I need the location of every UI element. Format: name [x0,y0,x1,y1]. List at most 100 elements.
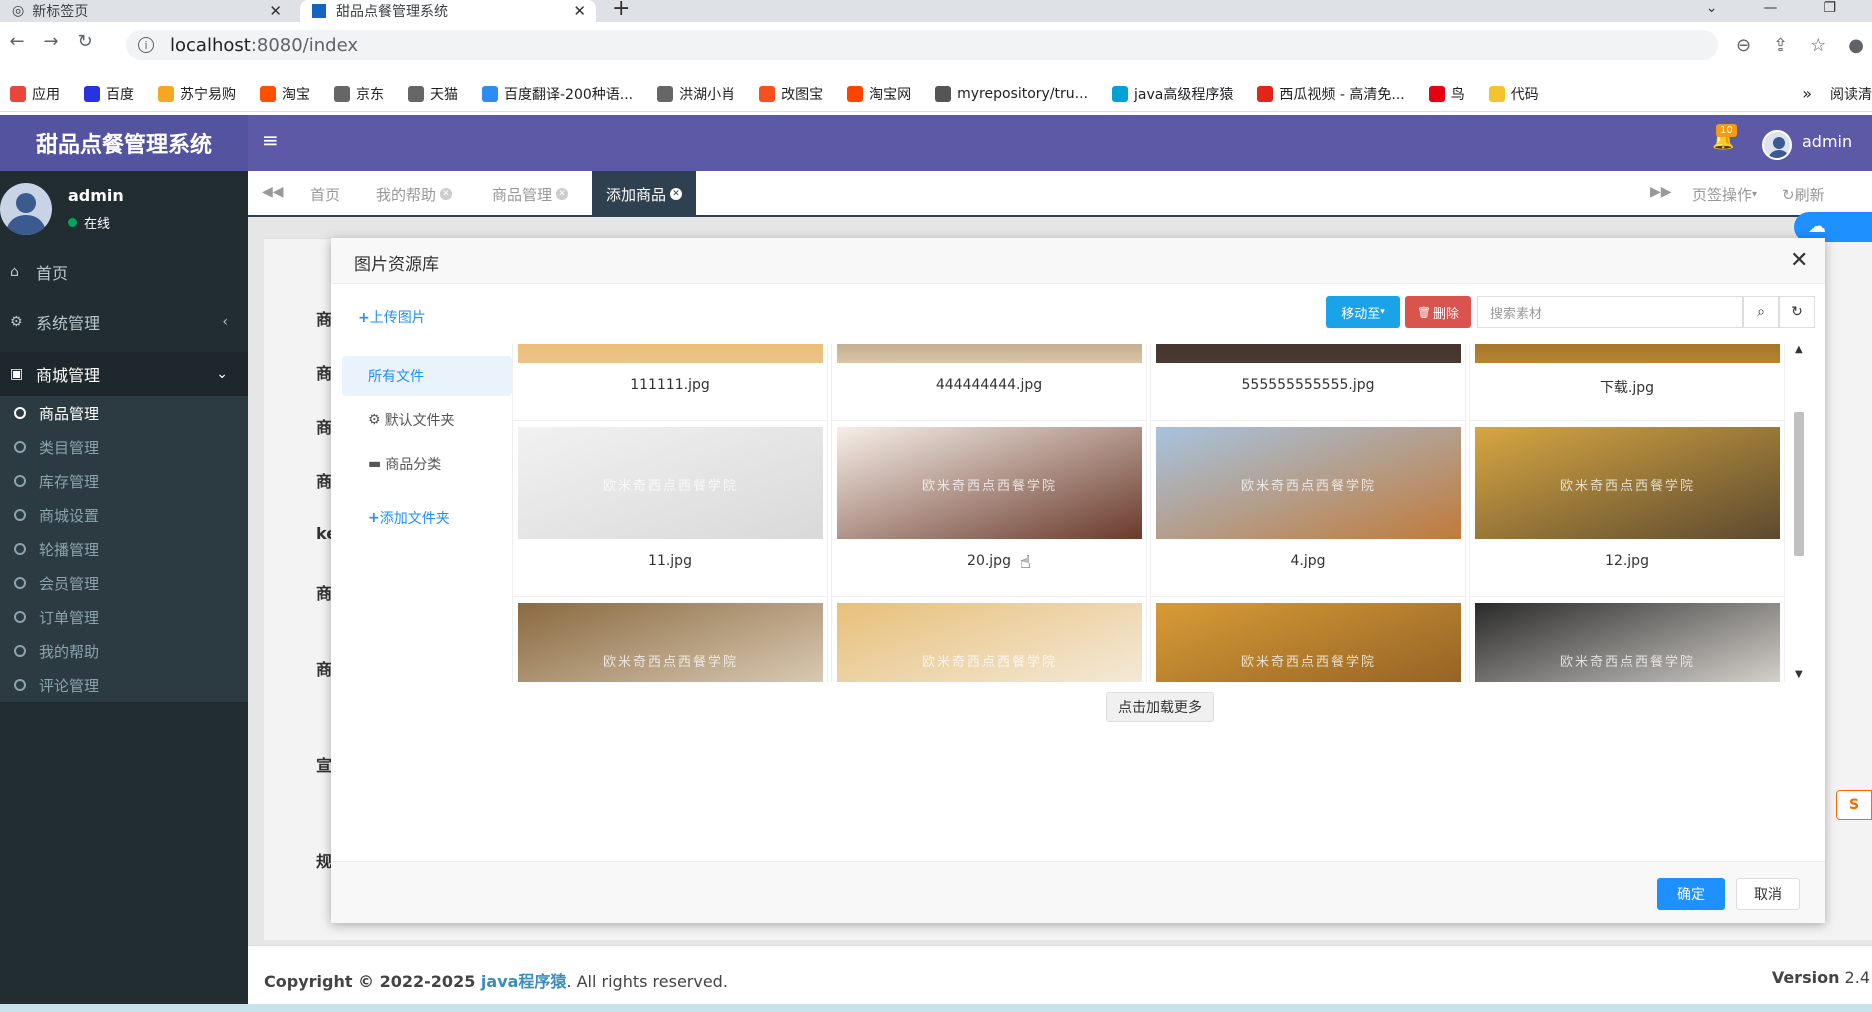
delete-button[interactable]: 🗑 删除 [1405,296,1471,328]
copyright-text: Copyright © 2022-2025 [264,972,481,991]
bookmark-item[interactable]: 天猫 [408,84,458,104]
close-tab-icon[interactable]: ✕ [269,2,282,20]
more-bookmarks-icon[interactable]: » [1802,84,1812,103]
sidebar-subitem[interactable]: 轮播管理 [0,532,248,566]
cancel-button[interactable]: 取消 [1736,878,1800,910]
image-tile[interactable]: 欧米奇西点西餐学院 [1469,596,1785,682]
bookmark-item[interactable]: java高级程序猿 [1112,84,1233,104]
tab-home[interactable]: 首页 [296,171,354,217]
sidebar-subitem[interactable]: 商品管理 [0,396,248,430]
bookmark-item[interactable]: myrepository/tru... [935,85,1088,102]
browser-tab[interactable]: ◎ 新标签页 ✕ [0,0,292,22]
sidebar-subitem[interactable]: 库存管理 [0,464,248,498]
tab-close-icon[interactable]: ✕ [440,188,453,200]
search-button[interactable]: ⌕ [1743,296,1779,328]
form-label: 商 [316,418,333,437]
close-tab-icon[interactable]: ✕ [573,2,586,20]
tab-label: 商品管理 [492,185,553,204]
menu-toggle-icon[interactable]: ≡ [262,128,279,152]
bookmark-item[interactable]: 改图宝 [759,84,823,104]
confirm-button[interactable]: 确定 [1657,878,1725,910]
move-to-button[interactable]: 移动至 ▾ [1326,296,1400,328]
tab-ops-menu[interactable]: 页签操作 ▾ [1692,171,1757,217]
site-info-icon[interactable]: i [138,37,154,53]
bookmark-item[interactable]: 淘宝 [260,84,310,104]
scroll-up-icon[interactable]: ▲ [1795,344,1803,355]
image-thumbnail [1156,344,1461,363]
bookmark-favicon-icon [482,85,498,102]
image-tile[interactable]: 欧米奇西点西餐学院 [1150,596,1466,682]
sidebar-subitem[interactable]: 我的帮助 [0,634,248,668]
bookmark-item[interactable]: 百度 [84,84,134,104]
header-username[interactable]: admin [1802,132,1852,151]
reading-list[interactable]: 阅读清 [1830,84,1872,104]
bookmark-item[interactable]: 苏宁易购 [158,84,236,104]
bookmark-item[interactable]: 百度翻译-200种语... [482,84,633,104]
bookmark-star-icon[interactable]: ☆ [1810,35,1826,56]
image-tile[interactable]: 欧米奇西点西餐学院 [512,596,828,682]
add-folder-button[interactable]: + 添加文件夹 [342,498,512,538]
tabs-scroll-left-icon[interactable]: ◀◀ [262,184,284,200]
back-icon[interactable]: ← [0,31,34,52]
bookmark-item[interactable]: 应用 [10,84,60,104]
header-avatar[interactable] [1762,130,1792,160]
image-tile[interactable]: 555555555555.jpg [1150,344,1466,428]
image-tile[interactable]: 111111.jpg [512,344,828,428]
search-input[interactable]: 搜索素材 [1477,296,1743,328]
bookmark-item[interactable]: 淘宝网 [847,84,911,104]
refresh-tab-button[interactable]: ↻刷新 [1782,184,1825,205]
image-tile[interactable]: 444444444.jpg [831,344,1147,428]
url-field[interactable]: i localhost:8080/index [126,30,1718,60]
bookmark-item[interactable]: 西瓜视频 - 高清免... [1257,84,1405,104]
author-link[interactable]: java程序猿 [481,972,567,991]
profile-icon[interactable]: ● [1848,35,1864,56]
tab-search-icon[interactable]: ⌄ [1706,0,1718,22]
folder-category[interactable]: ▬ 商品分类 [342,444,512,484]
tabs-scroll-right-icon[interactable]: ▶▶ [1650,184,1672,200]
upload-image-button[interactable]: +上传图片 [358,307,426,327]
reload-icon[interactable]: ↻ [68,31,102,52]
bookmark-item[interactable]: 京东 [334,84,384,104]
sidebar-item-home[interactable]: ⌂ 首页 [0,252,248,292]
restore-icon[interactable]: ❐ [1823,0,1836,22]
image-tile[interactable]: 欧米奇西点西餐学院 11.jpg [512,420,828,604]
bookmark-label: 苏宁易购 [180,86,236,103]
folder-all[interactable]: 所有文件 [342,356,512,396]
sidebar-subitem[interactable]: 会员管理 [0,566,248,600]
scrollbar-thumb[interactable] [1794,412,1804,556]
forward-icon[interactable]: → [34,31,68,52]
tab-help[interactable]: 我的帮助 ✕ [362,171,466,217]
tab-close-icon[interactable]: ✕ [670,188,683,200]
image-tile[interactable]: 欧米奇西点西餐学院 20.jpg [831,420,1147,604]
browser-tab-active[interactable]: 甜品点餐管理系统 ✕ [300,0,596,22]
scroll-down-icon[interactable]: ▼ [1795,669,1803,680]
zoom-icon[interactable]: ⊖ [1736,35,1751,56]
sidebar-subitem[interactable]: 订单管理 [0,600,248,634]
sidebar-subitem[interactable]: 商城设置 [0,498,248,532]
bookmark-item[interactable]: 代码 [1488,84,1539,104]
new-tab-icon[interactable]: + [612,0,630,21]
sidebar-item-shop[interactable]: ▣ 商城管理 ⌄ [0,352,248,396]
side-s-widget-icon[interactable]: S [1836,790,1872,820]
bookmark-item[interactable]: 洪湖小肖 [657,84,735,104]
file-name: 555555555555.jpg [1241,377,1375,393]
image-tile[interactable]: 下载.jpg [1469,344,1785,428]
tab-add-goods[interactable]: 添加商品 ✕ [592,171,697,217]
refresh-button[interactable]: ↻ [1779,296,1815,328]
circle-icon [14,611,26,623]
sidebar-item-system[interactable]: ⚙ 系统管理 ‹ [0,302,248,342]
close-icon[interactable]: ✕ [1790,248,1808,273]
share-icon[interactable]: ⇪ [1773,35,1788,56]
image-tile[interactable]: 欧米奇西点西餐学院 12.jpg [1469,420,1785,604]
sidebar-subitem[interactable]: 类目管理 [0,430,248,464]
folder-default[interactable]: ⚙ 默认文件夹 [342,400,512,440]
load-more-button[interactable]: 点击加载更多 [1106,692,1214,722]
minimize-icon[interactable]: — [1763,0,1777,22]
image-tile[interactable]: 欧米奇西点西餐学院 4.jpg [1150,420,1466,604]
bookmark-item[interactable]: 鸟 [1428,84,1465,104]
tab-close-icon[interactable]: ✕ [556,188,569,200]
sidebar-subitem[interactable]: 评论管理 [0,668,248,702]
tab-goods[interactable]: 商品管理 ✕ [478,171,582,217]
version-label: Version [1771,968,1840,987]
image-tile[interactable]: 欧米奇西点西餐学院 [831,596,1147,682]
